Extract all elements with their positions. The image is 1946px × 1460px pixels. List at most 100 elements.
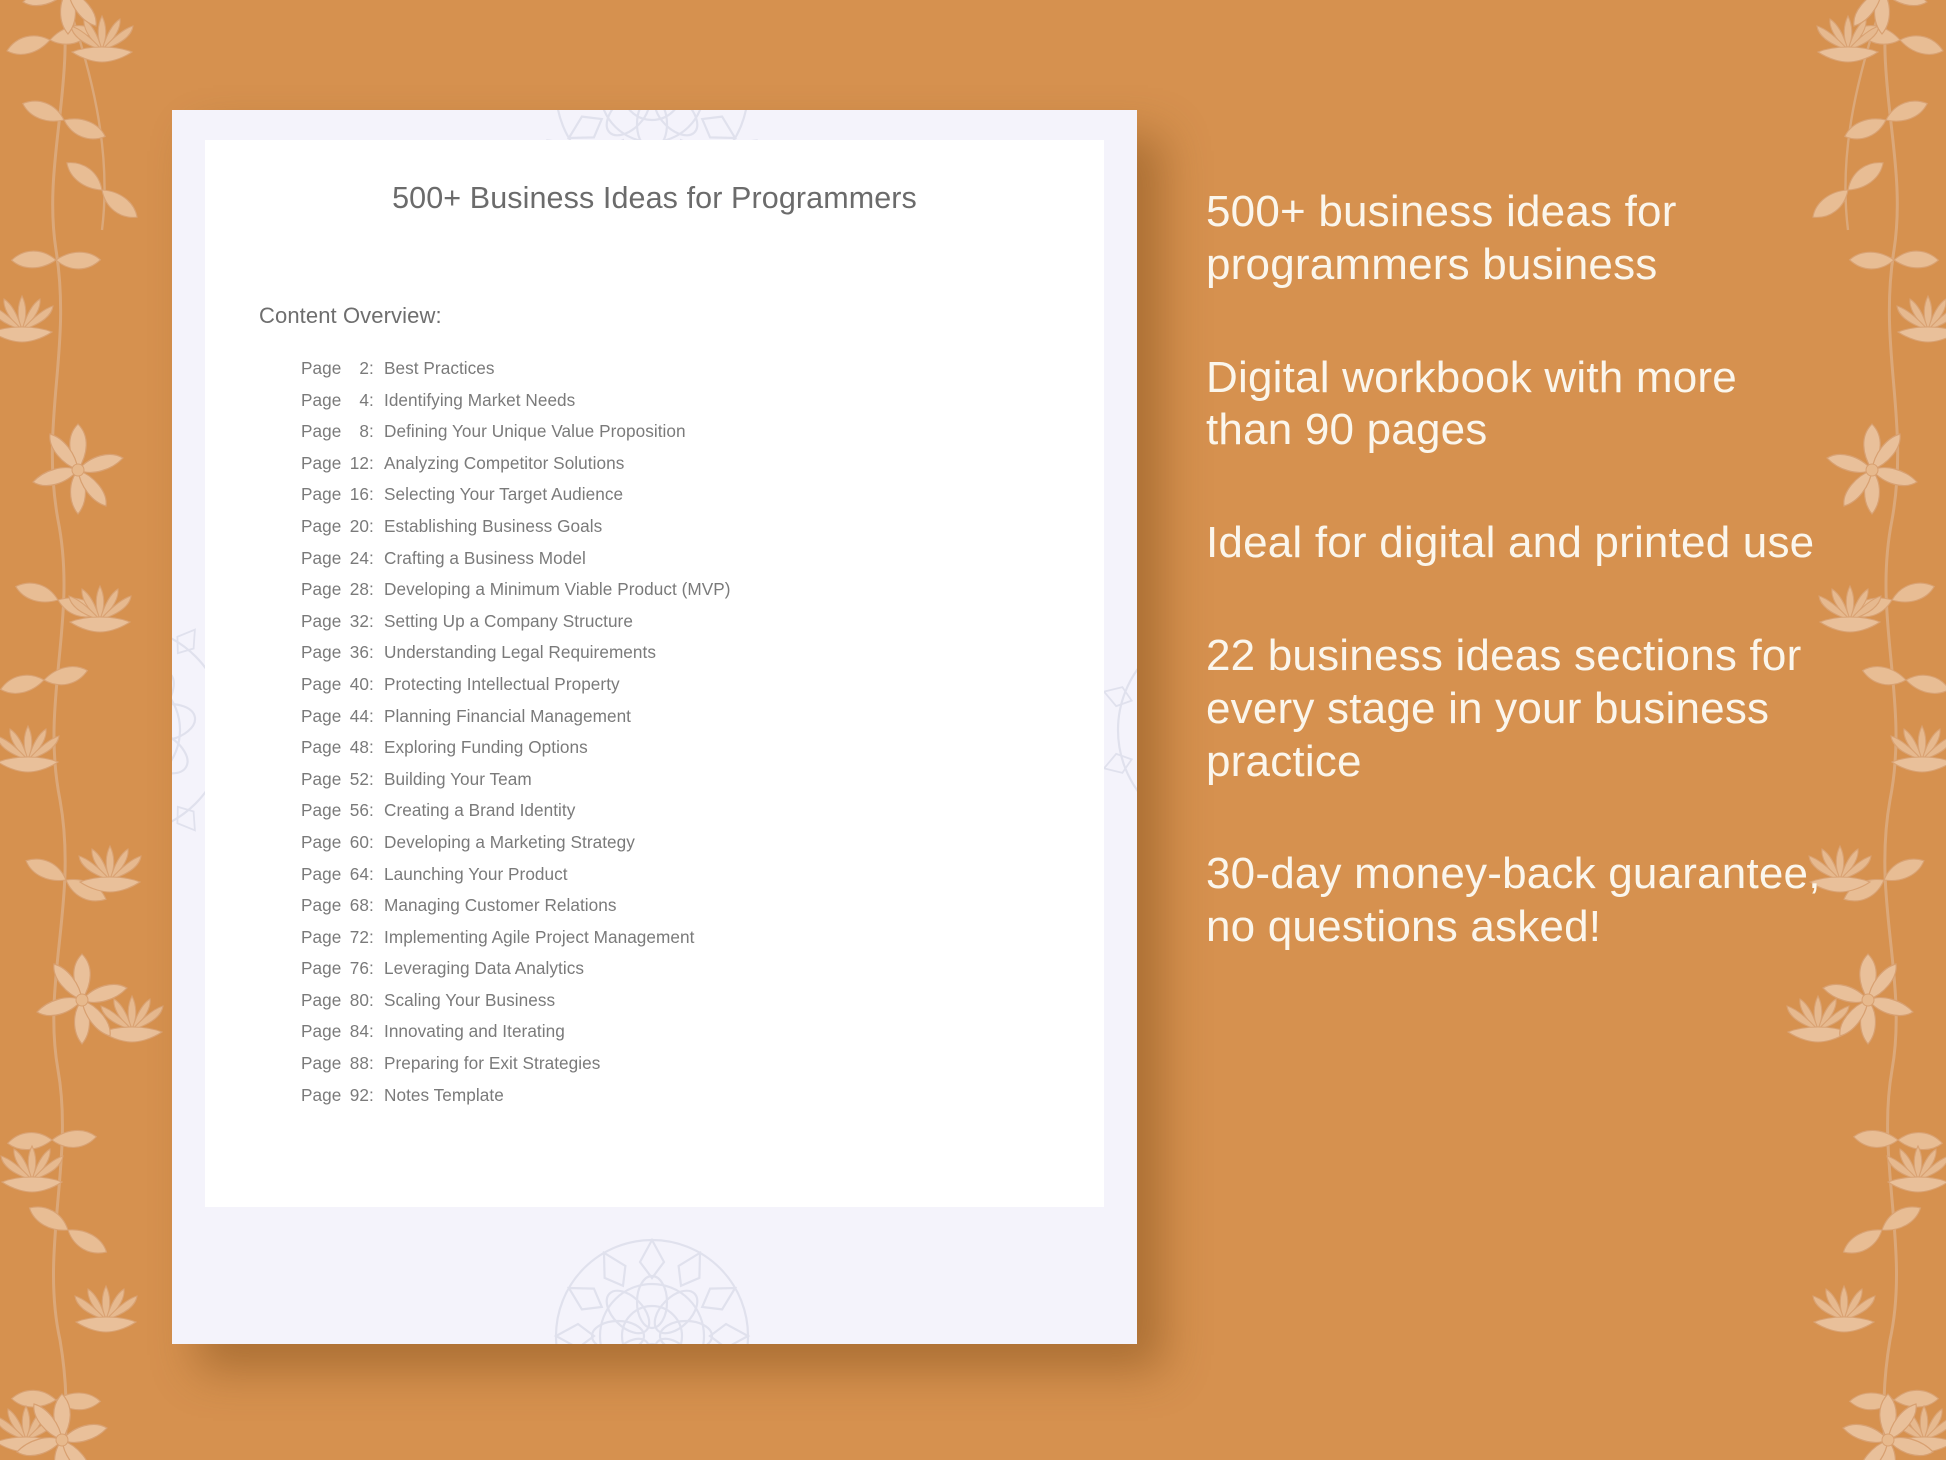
document-preview-card[interactable]: 500+ Business Ideas for Programmers Cont… xyxy=(172,110,1137,1344)
toc-entry[interactable]: Page 36: Understanding Legal Requirements xyxy=(259,642,1084,674)
toc-colon: : xyxy=(369,547,374,568)
toc-page-word: Page xyxy=(301,547,342,568)
toc-entry[interactable]: Page 12: Analyzing Competitor Solutions xyxy=(259,453,1084,485)
toc-entry[interactable]: Page 44: Planning Financial Management xyxy=(259,706,1084,738)
toc-entry[interactable]: Page 28: Developing a Minimum Viable Produ… xyxy=(259,579,1084,611)
toc-page-word: Page xyxy=(301,1021,342,1042)
toc-entry[interactable]: Page 4: Identifying Market Needs xyxy=(259,390,1084,422)
toc-page-word: Page xyxy=(301,515,342,536)
toc-colon: : xyxy=(369,926,374,947)
toc-page-word: Page xyxy=(301,926,342,947)
toc-page-number: 24 xyxy=(349,547,369,568)
toc-entry-title: Building Your Team xyxy=(384,768,532,789)
toc-colon: : xyxy=(369,358,374,378)
toc-colon: : xyxy=(369,452,374,473)
toc-page-number: 20 xyxy=(349,515,369,536)
toc-entry-title: Crafting a Business Model xyxy=(384,547,586,568)
toc-entry[interactable]: Page 56: Creating a Brand Identity xyxy=(259,800,1084,832)
toc-page-word: Page xyxy=(301,358,342,378)
toc-colon: : xyxy=(369,768,374,789)
toc-page-word: Page xyxy=(301,421,342,442)
toc-entry[interactable]: Page 80: Scaling Your Business xyxy=(259,990,1084,1022)
toc-colon: : xyxy=(369,610,374,631)
toc-entry-title: Preparing for Exit Strategies xyxy=(384,1053,601,1074)
marketing-paragraph: Ideal for digital and printed use xyxy=(1206,518,1815,568)
toc-entry[interactable]: Page 84: Innovating and Iterating xyxy=(259,1021,1084,1053)
toc-entry[interactable]: Page 72: Implementing Agile Project Manage… xyxy=(259,927,1084,959)
toc-colon: : xyxy=(369,989,374,1010)
marketing-paragraph: Digital workbook with more than 90 pages xyxy=(1206,352,1737,455)
toc-entry[interactable]: Page 16: Selecting Your Target Audience xyxy=(259,484,1084,516)
toc-entry[interactable]: Page 52: Building Your Team xyxy=(259,769,1084,801)
toc-page-number: 36 xyxy=(349,642,369,663)
toc-entry[interactable]: Page 2: Best Practices xyxy=(259,358,1084,390)
toc-colon: : xyxy=(369,831,374,852)
toc-entry[interactable]: Page 76: Leveraging Data Analytics xyxy=(259,958,1084,990)
toc-page-word: Page xyxy=(301,800,342,821)
toc-page-word: Page xyxy=(301,895,342,916)
toc-entry[interactable]: Page 40: Protecting Intellectual Property xyxy=(259,674,1084,706)
toc-entry[interactable]: Page 20: Establishing Business Goals xyxy=(259,516,1084,548)
toc-page-word: Page xyxy=(301,989,342,1010)
toc-page-number: 28 xyxy=(349,579,369,600)
toc-page-number: 52 xyxy=(349,768,369,789)
toc-page-number: 2 xyxy=(359,358,369,378)
toc-page-number: 76 xyxy=(349,958,369,979)
toc-page-word: Page xyxy=(301,673,342,694)
toc-entry[interactable]: Page 24: Crafting a Business Model xyxy=(259,548,1084,580)
toc-colon: : xyxy=(369,895,374,916)
toc-colon: : xyxy=(369,705,374,726)
toc-entry-title: Implementing Agile Project Management xyxy=(384,926,695,947)
toc-colon: : xyxy=(369,515,374,536)
toc-colon: : xyxy=(369,958,374,979)
marketing-paragraph: 500+ business ideas for programmers busi… xyxy=(1206,187,1677,289)
toc-entry-title: Establishing Business Goals xyxy=(384,515,603,536)
toc-entry-title: Leveraging Data Analytics xyxy=(384,958,584,979)
toc-entry[interactable]: Page 64: Launching Your Product xyxy=(259,864,1084,896)
toc-page-word: Page xyxy=(301,389,342,410)
toc-entry-title: Launching Your Product xyxy=(384,863,568,884)
toc-page-word: Page xyxy=(301,579,342,600)
toc-entry-title: Developing a Marketing Strategy xyxy=(384,831,635,852)
toc-page-number: 80 xyxy=(349,989,369,1010)
toc-page-word: Page xyxy=(301,610,342,631)
toc-entry-title: Innovating and Iterating xyxy=(384,1021,565,1042)
toc-entry[interactable]: Page 60: Developing a Marketing Strategy xyxy=(259,832,1084,864)
toc-page-word: Page xyxy=(301,831,342,852)
toc-entry-title: Identifying Market Needs xyxy=(384,389,576,410)
toc-page-number: 32 xyxy=(349,610,369,631)
toc-entry-title: Managing Customer Relations xyxy=(384,895,617,916)
toc-colon: : xyxy=(369,484,374,505)
toc-page-number: 72 xyxy=(349,926,369,947)
toc-page-number: 64 xyxy=(349,863,369,884)
toc-page-word: Page xyxy=(301,705,342,726)
toc-page-word: Page xyxy=(301,958,342,979)
toc-page-number: 92 xyxy=(349,1084,369,1105)
toc-entry[interactable]: Page 88: Preparing for Exit Strategies xyxy=(259,1053,1084,1085)
toc-entry-title: Notes Template xyxy=(384,1084,504,1105)
toc-entry[interactable]: Page 48: Exploring Funding Options xyxy=(259,737,1084,769)
toc-colon: : xyxy=(369,642,374,663)
toc-page-number: 60 xyxy=(349,831,369,852)
toc-entry[interactable]: Page 32: Setting Up a Company Structure xyxy=(259,611,1084,643)
toc-entry[interactable]: Page 92: Notes Template xyxy=(259,1085,1084,1117)
toc-entry-title: Selecting Your Target Audience xyxy=(384,484,624,505)
toc-page-word: Page xyxy=(301,737,342,758)
toc-entry[interactable]: Page 8: Defining Your Unique Value Proposi… xyxy=(259,421,1084,453)
toc-entry-title: Understanding Legal Requirements xyxy=(384,642,656,663)
marketing-paragraph: 30-day money-back guarantee, no question… xyxy=(1206,849,1821,952)
toc-entry-title: Defining Your Unique Value Proposition xyxy=(384,421,686,442)
toc-page-word: Page xyxy=(301,452,342,473)
content-overview-label: Content Overview: xyxy=(259,303,442,328)
document-page: 500+ Business Ideas for Programmers Cont… xyxy=(205,140,1104,1207)
toc-colon: : xyxy=(369,673,374,694)
toc-colon: : xyxy=(369,1084,374,1105)
toc-colon: : xyxy=(369,1021,374,1042)
toc-colon: : xyxy=(369,863,374,884)
toc-page-number: 4 xyxy=(359,389,369,410)
toc-page-number: 84 xyxy=(349,1021,369,1042)
toc-page-number: 48 xyxy=(349,737,369,758)
toc-page-number: 12 xyxy=(349,452,369,473)
toc-page-word: Page xyxy=(301,1053,342,1074)
toc-entry[interactable]: Page 68: Managing Customer Relations xyxy=(259,895,1084,927)
